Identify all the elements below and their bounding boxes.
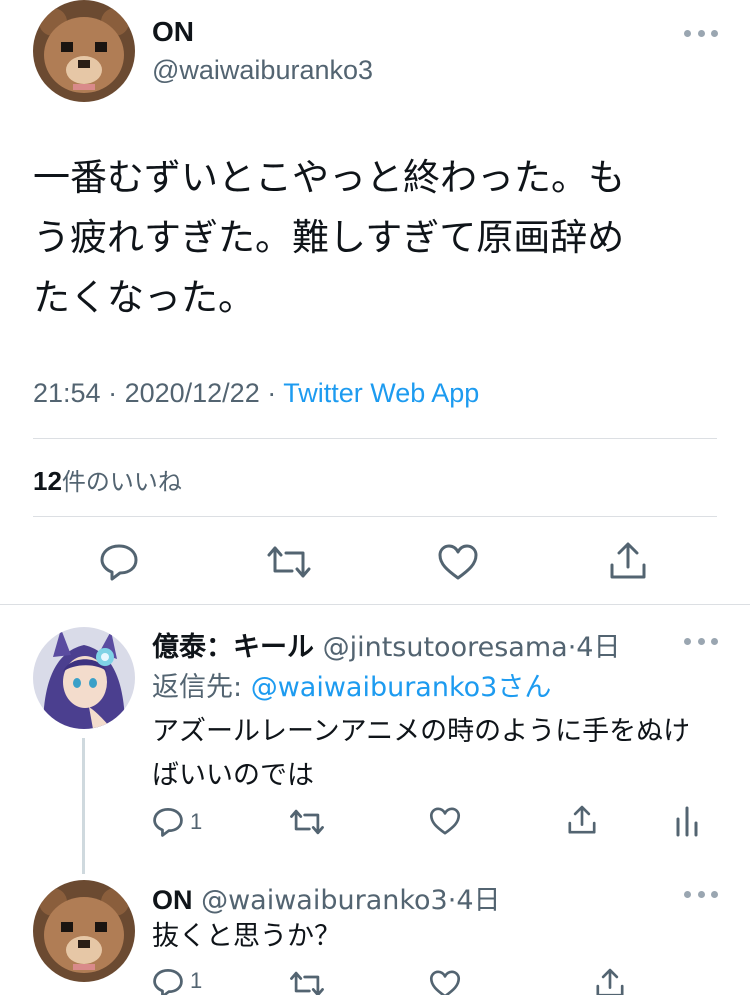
reply-text: 抜くと思うか？ [152, 921, 341, 952]
section-divider [0, 604, 750, 605]
reply-to-label: 返信先: [152, 672, 251, 703]
reply-text-line: ばいいのでは [152, 760, 314, 791]
retweet-button[interactable] [288, 970, 326, 995]
like-button[interactable] [427, 804, 463, 838]
user-handle[interactable]: @jintsutooresama [323, 632, 568, 663]
likes-number: 12 [33, 466, 62, 496]
retweet-button[interactable] [265, 542, 313, 582]
share-button[interactable] [592, 967, 628, 995]
thread-line [82, 738, 85, 874]
tweet-client-link[interactable]: Twitter Web App [283, 378, 479, 408]
likes-count[interactable]: 12件のいいね [33, 462, 182, 497]
tweet-date[interactable]: 2020/12/22 [125, 378, 260, 408]
tweet-meta: 21:54 · 2020/12/22 · Twitter Web App [33, 378, 479, 409]
more-horizontal-icon[interactable] [684, 28, 718, 38]
reply-to-suffix: さん [497, 672, 552, 703]
share-icon [568, 805, 596, 834]
user-handle[interactable]: @waiwaiburanko3 [201, 885, 448, 916]
tweet-text-line: たくなった。 [33, 276, 255, 319]
share-icon [596, 968, 624, 995]
tweet-text-line: う疲れすぎた。難しすぎて原画辞め [33, 216, 625, 259]
tweet-text-line: 一番むずいとこやっと終わった。も [33, 156, 625, 199]
display-name[interactable]: 億泰：キール [152, 632, 314, 663]
reply-icon [100, 544, 138, 581]
reply-header: ON @waiwaiburanko3·4日 [152, 878, 501, 917]
analytics-icon [676, 806, 698, 837]
display-name[interactable]: ON [152, 16, 194, 48]
tweet-text: 一番むずいとこやっと終わった。も う疲れすぎた。難しすぎて原画辞め たくなった。 [33, 148, 723, 328]
avatar[interactable] [33, 0, 135, 102]
reply-button[interactable]: 1 [152, 803, 202, 841]
reply-text: アズールレーンアニメの時のように手をぬけ ばいいのでは [152, 710, 732, 798]
more-horizontal-icon[interactable] [684, 889, 718, 899]
main-tweet: ON @waiwaiburanko3 一番むずいとこやっと終わった。も う疲れす… [0, 0, 750, 605]
share-icon [610, 542, 646, 579]
bear-avatar-icon [33, 880, 135, 982]
avatar[interactable] [33, 880, 135, 982]
heart-icon [429, 970, 461, 995]
heart-icon [429, 807, 461, 835]
avatar[interactable] [33, 627, 135, 729]
tweet-time[interactable]: 21:54 [33, 378, 101, 408]
bear-avatar-icon [33, 0, 135, 102]
anime-girl-avatar-icon [33, 627, 135, 729]
share-button[interactable] [606, 540, 650, 582]
retweet-icon [290, 809, 324, 835]
like-button[interactable] [436, 542, 480, 582]
reply-to: 返信先: @waiwaiburanko3さん [152, 665, 551, 704]
heart-icon [438, 544, 478, 580]
reply-icon [153, 968, 183, 995]
likes-label: 件のいいね [61, 468, 182, 496]
reply-to-user-link[interactable]: @waiwaiburanko3 [251, 672, 498, 703]
reply-button[interactable]: 1 [152, 968, 202, 995]
display-name[interactable]: ON [152, 885, 193, 915]
meta-separator: · [259, 378, 284, 408]
divider [33, 516, 717, 517]
tweet-age[interactable]: 4日 [576, 632, 620, 663]
reply-button[interactable] [98, 542, 140, 582]
reply-header: 億泰：キール @jintsutooresama·4日 [152, 625, 620, 664]
like-button[interactable] [427, 969, 463, 995]
tweet-age[interactable]: 4日 [456, 885, 500, 916]
reply-count: 1 [190, 968, 203, 993]
user-handle[interactable]: @waiwaiburanko3 [152, 55, 373, 86]
analytics-button[interactable] [672, 803, 702, 839]
meta-separator: · [100, 378, 125, 408]
share-button[interactable] [564, 802, 600, 838]
divider [33, 438, 717, 439]
reply-count: 1 [190, 809, 203, 834]
meta-separator: · [567, 632, 577, 663]
reply-icon [153, 807, 183, 837]
retweet-icon [290, 971, 324, 995]
retweet-icon [267, 546, 311, 578]
reply-text-line: アズールレーンアニメの時のように手をぬけ [152, 716, 691, 747]
more-horizontal-icon[interactable] [684, 636, 718, 646]
retweet-button[interactable] [288, 805, 326, 839]
